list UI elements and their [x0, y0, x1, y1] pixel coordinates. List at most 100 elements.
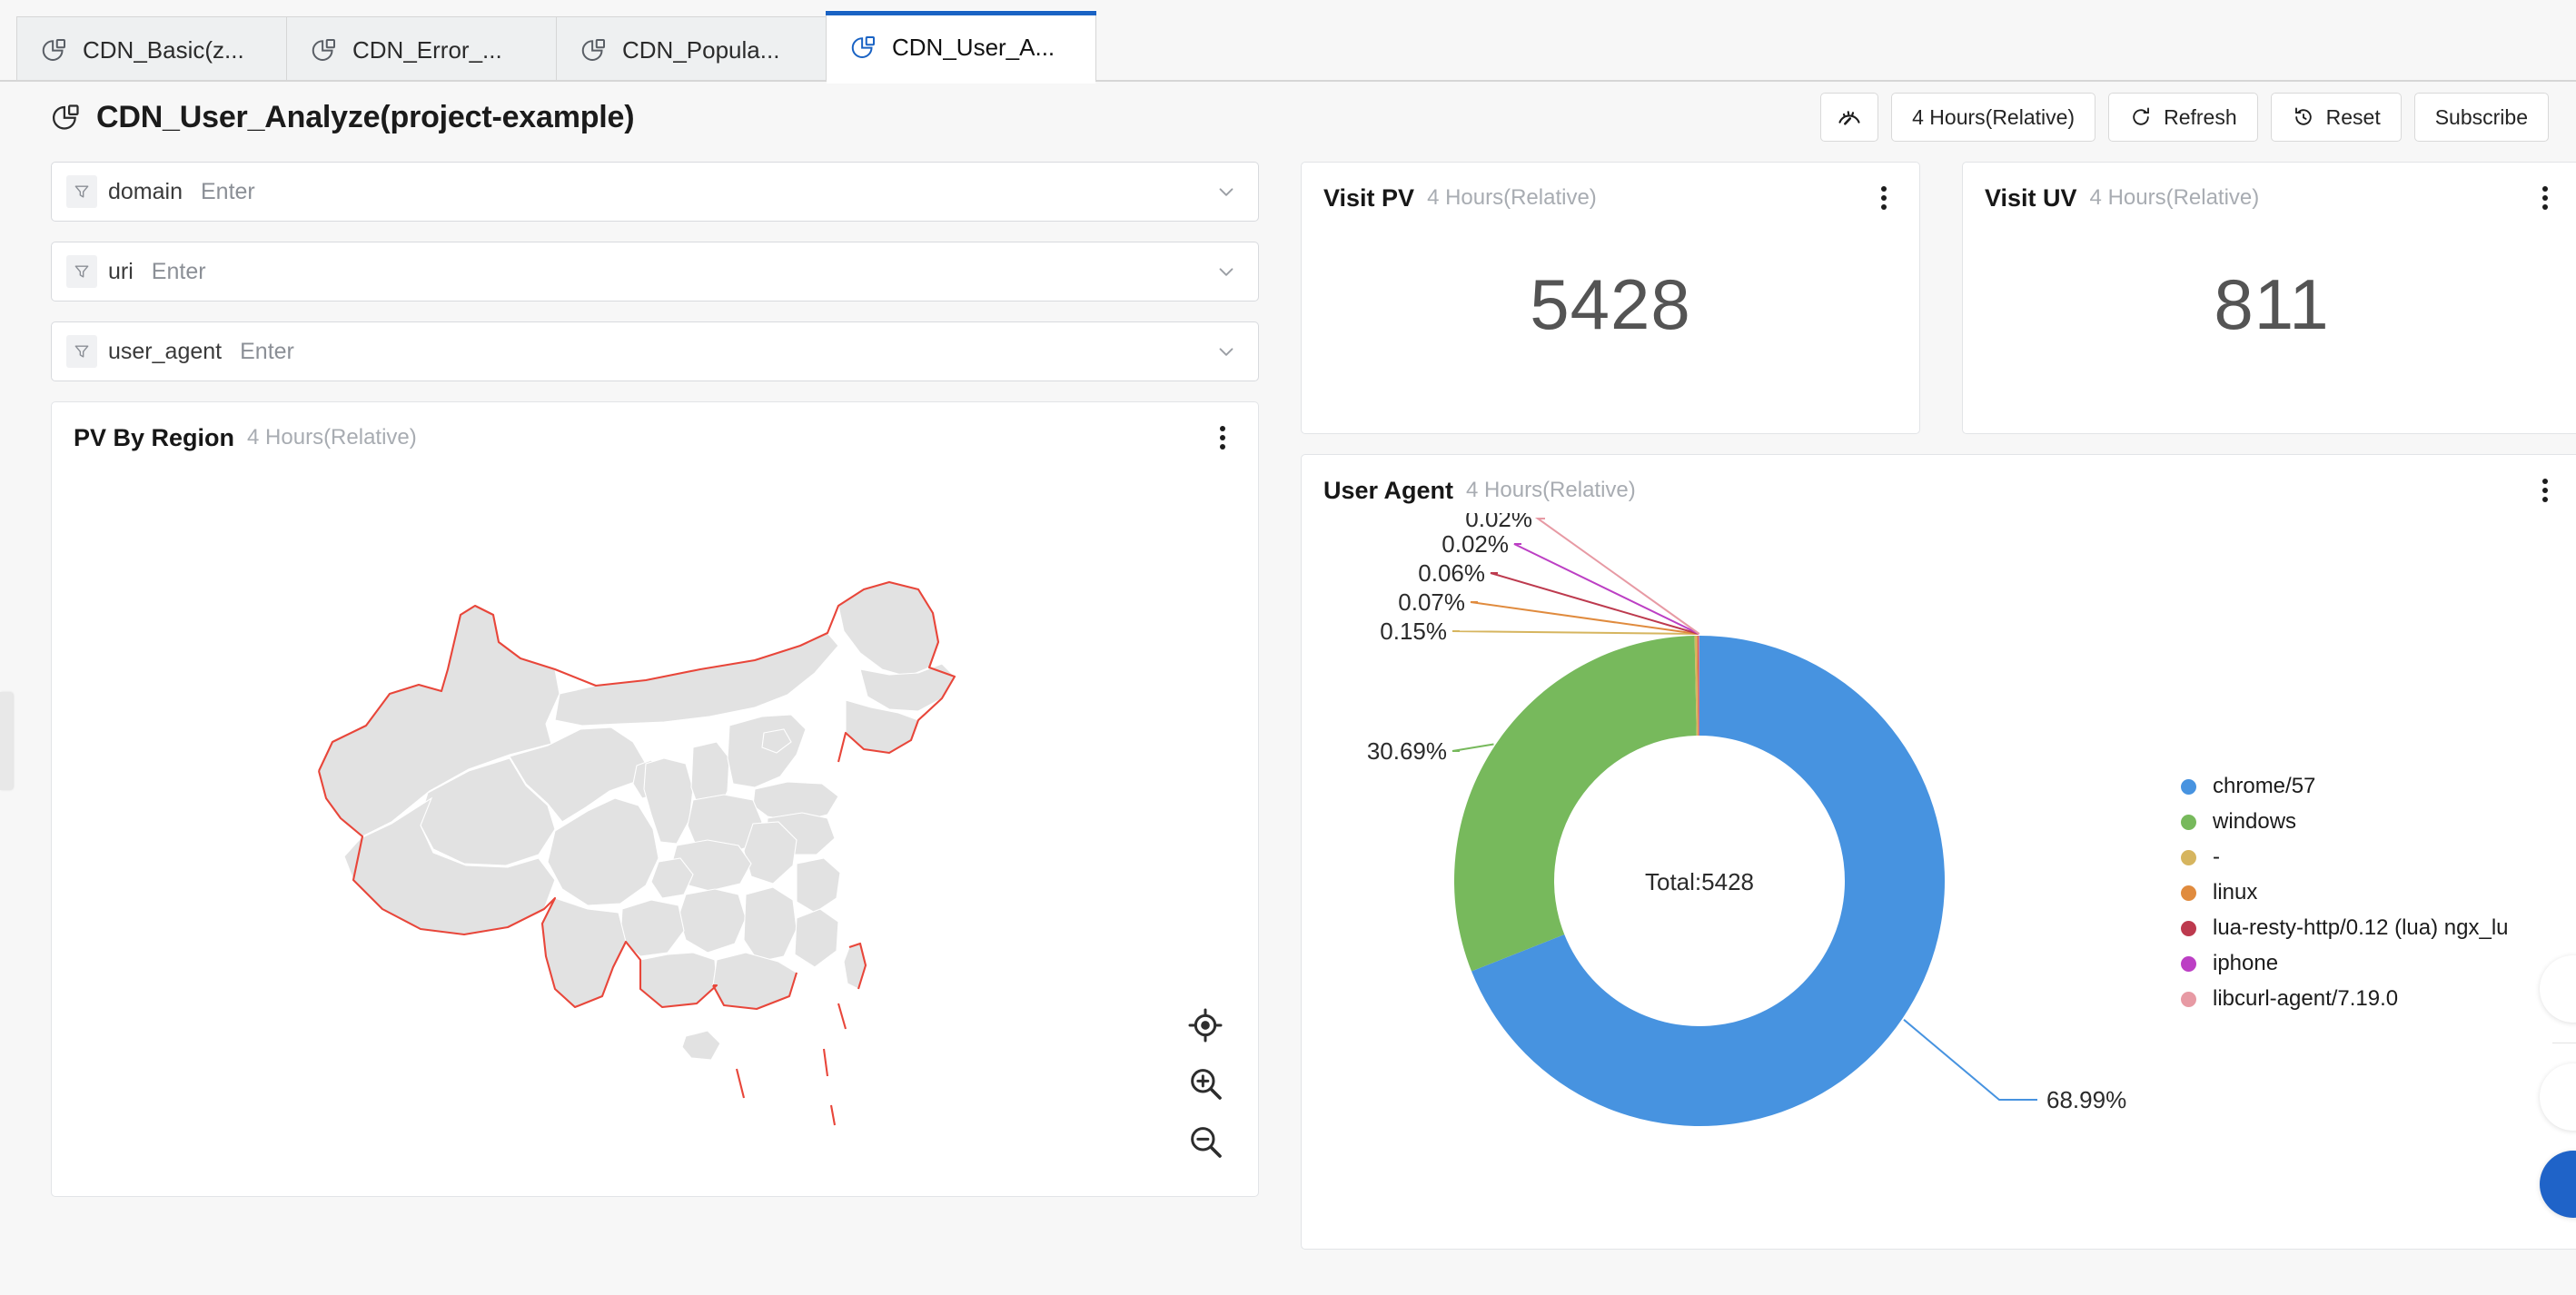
filter-icon	[66, 255, 97, 288]
gauge-button[interactable]	[1820, 93, 1879, 142]
filter-group: domain Enter uri Enter user_agent Enter	[51, 162, 1259, 381]
legend-item[interactable]: iphone	[2181, 950, 2571, 977]
visit-pv-card: Visit PV 4 Hours(Relative) 5428	[1301, 162, 1920, 434]
reset-button[interactable]: Reset	[2270, 93, 2402, 142]
donut-value-label: 0.02%	[1465, 513, 1532, 532]
fab-middle[interactable]	[2540, 1063, 2576, 1131]
legend-color-swatch	[2181, 920, 2196, 936]
card-title: Visit PV	[1323, 183, 1415, 212]
gauge-icon	[1838, 111, 1860, 125]
filter-uri[interactable]: uri Enter	[51, 242, 1259, 302]
tab-label: CDN_Popula...	[622, 35, 780, 64]
map-body[interactable]	[52, 466, 1258, 1196]
filter-label: uri	[108, 258, 134, 284]
tab-label: CDN_Basic(z...	[83, 35, 244, 64]
kebab-menu-icon[interactable]	[2531, 475, 2559, 506]
tab-cdn-popular[interactable]: CDN_Popula...	[556, 16, 827, 82]
donut-slice[interactable]	[1454, 636, 1697, 972]
legend-color-swatch	[2181, 955, 2196, 972]
tab-cdn-error[interactable]: CDN_Error_...	[286, 16, 557, 82]
donut-chart[interactable]: Total:5428 68.99% 30.69% 0.15% 0.07% 0.06% 0.0…	[1356, 505, 2174, 1249]
map-controls	[1187, 1007, 1224, 1160]
donut-value-label: 0.15%	[1380, 618, 1447, 645]
page-title-text: CDN_User_Analyze(project-example)	[96, 99, 635, 134]
sidebar-collapse-handle[interactable]	[0, 692, 13, 790]
filter-label: domain	[108, 178, 183, 204]
fab-bottom[interactable]	[2540, 1151, 2576, 1218]
tab-bar: CDN_Basic(z... CDN_Error_... CDN_Popula.…	[0, 0, 2576, 84]
reset-label: Reset	[2325, 104, 2381, 129]
history-reset-icon	[2294, 107, 2312, 125]
floating-action-buttons	[2540, 955, 2576, 1218]
page-header: CDN_User_Analyze(project-example) 4 Hour…	[0, 82, 2576, 153]
donut-leader-line	[1451, 630, 1696, 636]
filter-placeholder: Enter	[240, 338, 294, 364]
subscribe-label: Subscribe	[2434, 104, 2528, 129]
left-column: domain Enter uri Enter user_agent Enter …	[51, 162, 1259, 1250]
donut-svg[interactable]: Total:542868.99%30.69%0.15%0.07%0.06%0.0…	[1356, 505, 2174, 1249]
card-header: Visit PV 4 Hours(Relative)	[1302, 163, 1919, 213]
legend-label: chrome/57	[2213, 774, 2316, 798]
zoom-in-icon[interactable]	[1187, 1065, 1224, 1102]
card-subtitle: 4 Hours(Relative)	[1427, 185, 1597, 210]
card-subtitle: 4 Hours(Relative)	[1466, 478, 1636, 502]
right-column: Visit PV 4 Hours(Relative) 5428 Visit UV…	[1301, 162, 2576, 1250]
dashboard-icon	[581, 38, 605, 61]
refresh-label: Refresh	[2164, 104, 2237, 129]
tab-cdn-user-analyze[interactable]: CDN_User_A...	[826, 11, 1096, 84]
filter-domain[interactable]: domain Enter	[51, 162, 1259, 222]
pie-body: Total:5428 68.99% 30.69% 0.15% 0.07% 0.06% 0.0…	[1302, 505, 2576, 1249]
subscribe-button[interactable]: Subscribe	[2413, 93, 2549, 142]
dashboard-icon	[53, 104, 79, 130]
time-range-label: 4 Hours(Relative)	[1912, 104, 2076, 129]
card-subtitle: 4 Hours(Relative)	[247, 425, 417, 450]
header-actions: 4 Hours(Relative) Refresh Reset Subscrib…	[1820, 93, 2549, 142]
china-map[interactable]	[282, 499, 1027, 1134]
filter-label: user_agent	[108, 338, 223, 364]
legend-item[interactable]: libcurl-agent/7.19.0	[2181, 985, 2571, 1013]
card-header: User Agent 4 Hours(Relative)	[1302, 455, 2576, 506]
card-header: Visit UV 4 Hours(Relative)	[1963, 163, 2576, 213]
chevron-down-icon	[1219, 188, 1234, 196]
kebab-menu-icon[interactable]	[2531, 183, 2559, 213]
pv-by-region-card: PV By Region 4 Hours(Relative)	[51, 401, 1259, 1197]
fab-top[interactable]	[2540, 955, 2576, 1023]
chevron-down-icon	[1219, 348, 1234, 356]
legend-item[interactable]: -	[2181, 844, 2571, 871]
legend-label: linux	[2213, 880, 2258, 905]
legend-item[interactable]: chrome/57	[2181, 773, 2571, 800]
legend-color-swatch	[2181, 814, 2196, 830]
dashboard-body: domain Enter uri Enter user_agent Enter …	[0, 153, 2576, 1250]
refresh-button[interactable]: Refresh	[2108, 93, 2258, 142]
legend-item[interactable]: windows	[2181, 808, 2571, 835]
donut-leader-line	[1470, 601, 1698, 636]
chevron-down-icon	[1219, 268, 1234, 276]
legend-color-swatch	[2181, 991, 2196, 1007]
legend-color-swatch	[2181, 885, 2196, 901]
legend-label: lua-resty-http/0.12 (lua) ngx_lu	[2213, 915, 2509, 940]
dashboard-icon	[312, 38, 335, 61]
legend-item[interactable]: linux	[2181, 879, 2571, 906]
legend-label: windows	[2213, 809, 2297, 834]
locate-target-icon[interactable]	[1187, 1007, 1224, 1043]
zoom-out-icon[interactable]	[1187, 1123, 1224, 1160]
kebab-menu-icon[interactable]	[1870, 183, 1897, 213]
filter-placeholder: Enter	[151, 258, 206, 284]
filter-icon	[66, 175, 97, 208]
visit-uv-value: 811	[2214, 263, 2330, 344]
legend-item[interactable]: lua-resty-http/0.12 (lua) ngx_lu	[2181, 914, 2571, 942]
donut-leader-line	[1451, 743, 1494, 752]
chart-legend: chrome/57 windows - linux lua-resty-http…	[2181, 773, 2571, 1013]
filter-placeholder: Enter	[201, 178, 255, 204]
time-range-button[interactable]: 4 Hours(Relative)	[1891, 93, 2096, 142]
dashboard-icon	[42, 38, 65, 61]
tab-cdn-basic[interactable]: CDN_Basic(z...	[16, 16, 287, 82]
donut-leader-line	[1534, 518, 1700, 635]
stats-row: Visit PV 4 Hours(Relative) 5428 Visit UV…	[1301, 162, 2576, 434]
card-subtitle: 4 Hours(Relative)	[2089, 185, 2260, 210]
donut-value-label: 68.99%	[2046, 1086, 2126, 1113]
tab-label: CDN_User_A...	[892, 33, 1055, 61]
legend-label: -	[2213, 845, 2220, 869]
filter-user-agent[interactable]: user_agent Enter	[51, 321, 1259, 381]
kebab-menu-icon[interactable]	[1209, 422, 1236, 453]
